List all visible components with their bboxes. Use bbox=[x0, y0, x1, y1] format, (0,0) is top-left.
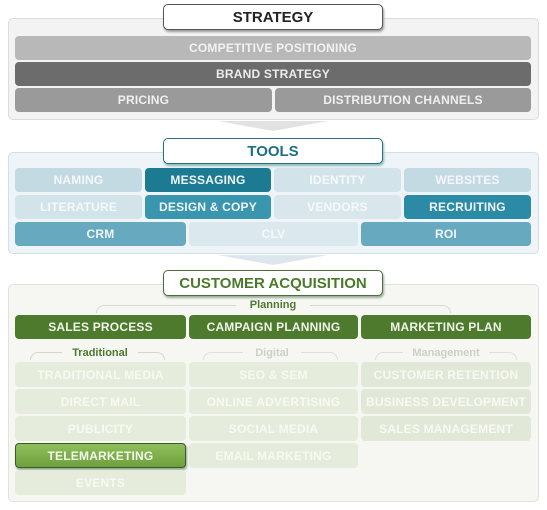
strategy-down-arrow bbox=[218, 121, 328, 131]
planning-label: Planning bbox=[236, 298, 310, 312]
publicity[interactable]: PUBLICITY bbox=[15, 416, 186, 441]
tools-down-arrow bbox=[218, 255, 328, 265]
customer-retention[interactable]: CUSTOMER RETENTION bbox=[361, 362, 531, 387]
email-marketing[interactable]: EMAIL MARKETING bbox=[189, 443, 358, 468]
telemarketing[interactable]: TELEMARKETING bbox=[15, 443, 186, 468]
sales-management[interactable]: SALES MANAGEMENT bbox=[361, 416, 531, 441]
tool-roi[interactable]: ROI bbox=[361, 222, 531, 246]
events[interactable]: EVENTS bbox=[15, 470, 186, 495]
competitive-positioning-box[interactable]: COMPETITIVE POSITIONING bbox=[15, 36, 531, 60]
brand-strategy-box[interactable]: BRAND STRATEGY bbox=[15, 62, 531, 86]
digital-label: Digital bbox=[243, 346, 301, 360]
online-advertising[interactable]: ONLINE ADVERTISING bbox=[189, 389, 358, 414]
pricing-box[interactable]: PRICING bbox=[15, 88, 272, 112]
business-development[interactable]: BUSINESS DEVELOPMENT bbox=[361, 389, 531, 414]
traditional-media[interactable]: TRADITIONAL MEDIA bbox=[15, 362, 186, 387]
planning-sales-process[interactable]: SALES PROCESS bbox=[15, 315, 186, 339]
tools-title: TOOLS bbox=[163, 138, 383, 164]
tool-naming[interactable]: NAMING bbox=[15, 168, 142, 192]
tool-messaging[interactable]: MESSAGING bbox=[145, 168, 271, 192]
tool-recruiting[interactable]: RECRUITING bbox=[404, 195, 531, 219]
distribution-channels-box[interactable]: DISTRIBUTION CHANNELS bbox=[275, 88, 531, 112]
tool-identity[interactable]: IDENTITY bbox=[274, 168, 401, 192]
traditional-label: Traditional bbox=[62, 346, 138, 360]
tool-design-copy[interactable]: DESIGN & COPY bbox=[145, 195, 271, 219]
planning-marketing-plan[interactable]: MARKETING PLAN bbox=[361, 315, 531, 339]
tool-clv[interactable]: CLV bbox=[189, 222, 358, 246]
seo-sem[interactable]: SEO & SEM bbox=[189, 362, 358, 387]
tool-websites[interactable]: WEBSITES bbox=[404, 168, 531, 192]
customer-acquisition-title: CUSTOMER ACQUISITION bbox=[163, 270, 383, 296]
planning-campaign-planning[interactable]: CAMPAIGN PLANNING bbox=[189, 315, 358, 339]
tool-vendors[interactable]: VENDORS bbox=[274, 195, 401, 219]
tool-crm[interactable]: CRM bbox=[15, 222, 186, 246]
strategy-title: STRATEGY bbox=[163, 4, 383, 30]
management-label: Management bbox=[403, 346, 489, 360]
social-media[interactable]: SOCIAL MEDIA bbox=[189, 416, 358, 441]
tool-literature[interactable]: LITERATURE bbox=[15, 195, 142, 219]
direct-mail[interactable]: DIRECT MAIL bbox=[15, 389, 186, 414]
